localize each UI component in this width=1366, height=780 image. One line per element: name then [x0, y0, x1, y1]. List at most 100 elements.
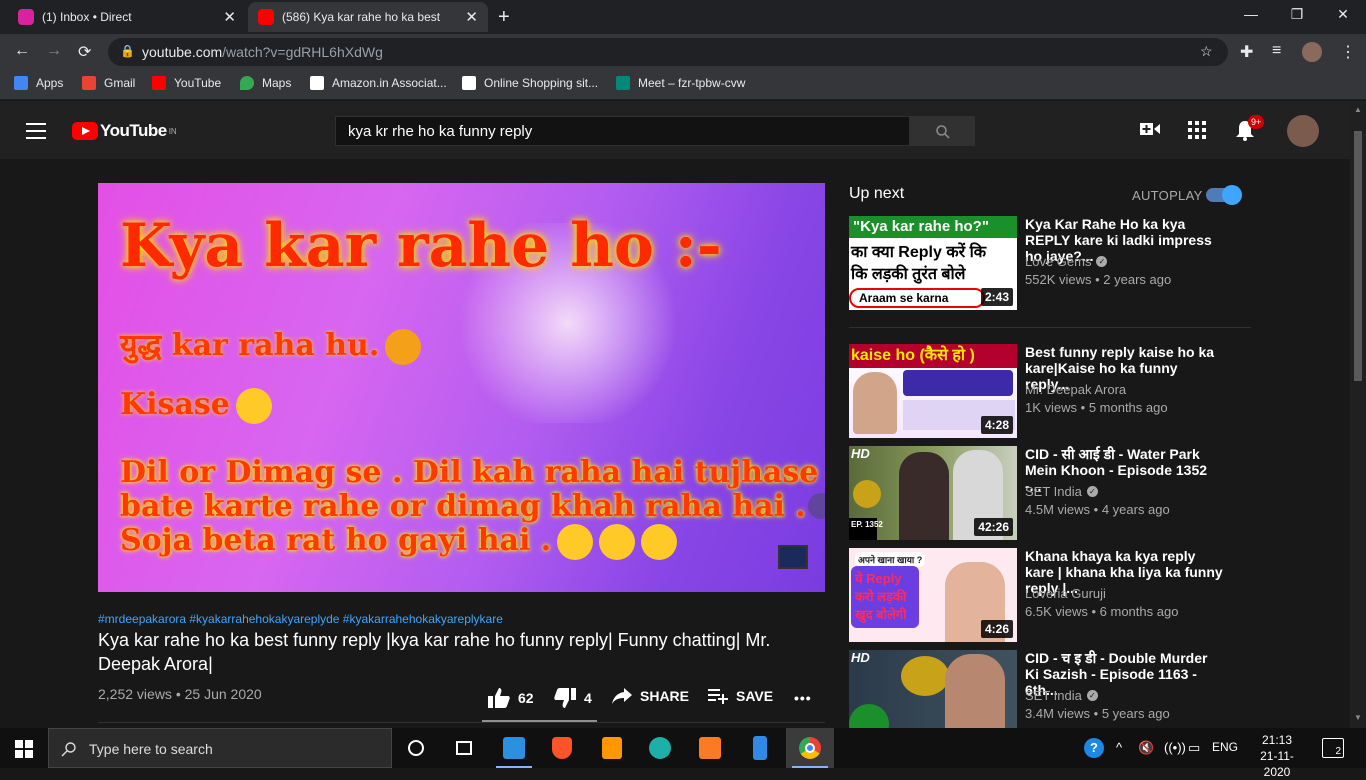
- account-avatar[interactable]: [1287, 115, 1319, 147]
- search-input[interactable]: kya kr rhe ho ka funny reply: [335, 116, 910, 146]
- language-indicator[interactable]: ENG: [1212, 740, 1238, 754]
- recommended-video-card[interactable]: अपने खाना खाया ? ये Reply करो लड़की खुद …: [849, 548, 1251, 642]
- reload-icon[interactable]: ⟳: [78, 42, 91, 62]
- channel-name[interactable]: Loveria Guruji: [1025, 586, 1106, 601]
- video-thumbnail[interactable]: अपने खाना खाया ? ये Reply करो लड़की खुद …: [849, 548, 1017, 642]
- age: 5 years ago: [1101, 706, 1170, 721]
- save-button[interactable]: SAVE: [708, 688, 773, 704]
- tab-youtube-video[interactable]: (586) Kya kar rahe ho ka best ✕: [248, 2, 488, 32]
- close-tab-icon[interactable]: ✕: [223, 8, 236, 26]
- recommended-video-card[interactable]: "Kya kar rahe ho?" का क्या Reply करें कि…: [849, 216, 1251, 310]
- channel-name[interactable]: SET India ✓: [1025, 484, 1098, 499]
- task-view-icon[interactable]: [440, 728, 488, 768]
- bookmark-online-shopping[interactable]: Online Shopping sit...: [462, 76, 598, 90]
- video-overlay-line: Kya kar rahe ho :-: [120, 211, 722, 281]
- like-button[interactable]: 62: [488, 688, 534, 708]
- recommended-video-card[interactable]: kaise ho (कैसे हो ) 4:28 Best funny repl…: [849, 344, 1251, 438]
- youtube-header: YouTube IN kya kr rhe ho ka funny reply …: [0, 101, 1350, 159]
- angry-emoji-icon: [385, 329, 422, 365]
- sublime-text-icon[interactable]: [588, 728, 636, 768]
- video-thumbnail[interactable]: kaise ho (कैसे हो ) 4:28: [849, 344, 1017, 438]
- video-duration: 2:43: [980, 288, 1013, 306]
- cortana-icon[interactable]: [392, 728, 440, 768]
- profile-avatar[interactable]: [1302, 42, 1322, 62]
- bookmark-amazon-associates[interactable]: Amazon.in Associat...: [310, 76, 447, 90]
- media-queue-icon[interactable]: ≡: [1272, 42, 1281, 60]
- episode-badge: EP. 1352: [849, 518, 883, 540]
- bookmark-meet[interactable]: Meet – fzr-tpbw-cvw: [616, 76, 745, 90]
- search-button[interactable]: [910, 116, 975, 146]
- bookmark-youtube[interactable]: YouTube: [152, 76, 221, 90]
- edge-icon[interactable]: [636, 728, 684, 768]
- bookmark-label: Maps: [262, 76, 292, 90]
- video-stats: 2,252 views • 25 Jun 2020: [98, 686, 262, 702]
- scroll-down-arrow-icon[interactable]: ▼: [1354, 713, 1362, 722]
- hamburger-menu-icon[interactable]: [26, 123, 46, 144]
- recommended-video-card[interactable]: HD EP. 1352 42:26 CID - सी आई डी - Water…: [849, 446, 1251, 540]
- create-video-icon[interactable]: [1140, 121, 1160, 142]
- video-player[interactable]: Kya kar rahe ho :- युद्ध kar raha hu. Ki…: [98, 183, 825, 592]
- video-thumbnail[interactable]: HD EP. 1352 42:26: [849, 446, 1017, 540]
- battery-icon[interactable]: ▭: [1188, 740, 1200, 756]
- edit-pencil-icon: [808, 493, 825, 519]
- maximize-button[interactable]: ❐: [1274, 6, 1320, 23]
- close-window-button[interactable]: ✕: [1320, 6, 1366, 23]
- dislike-button[interactable]: 4: [554, 688, 592, 708]
- share-button[interactable]: SHARE: [612, 688, 689, 704]
- tab-instagram-inbox[interactable]: (1) Inbox • Direct ✕: [8, 2, 246, 32]
- vscode-icon[interactable]: [490, 728, 538, 768]
- view-count: 2,252 views: [98, 686, 172, 702]
- new-tab-button[interactable]: +: [498, 6, 510, 29]
- help-icon[interactable]: ?: [1084, 738, 1104, 758]
- scrollbar-thumb[interactable]: [1354, 131, 1362, 381]
- extensions-icon[interactable]: ✚: [1240, 42, 1253, 62]
- youtube-logo[interactable]: YouTube IN: [72, 121, 177, 141]
- close-tab-icon[interactable]: ✕: [465, 8, 478, 26]
- minimize-button[interactable]: —: [1228, 6, 1274, 22]
- forward-arrow-icon[interactable]: →: [46, 42, 62, 60]
- brave-icon[interactable]: [538, 728, 586, 768]
- autoplay-toggle[interactable]: [1206, 185, 1242, 205]
- overlay-text: युद्ध kar raha hu.: [120, 328, 380, 363]
- gmail-icon: [82, 76, 96, 90]
- apps-grid-icon[interactable]: [1188, 121, 1206, 144]
- bookmark-apps[interactable]: Apps: [14, 76, 63, 90]
- hd-badge: HD: [851, 446, 870, 461]
- bookmarks-bar: Apps Gmail YouTube Maps Amazon.in Associ…: [0, 70, 1366, 100]
- thumbnail-text: Araam se karna: [849, 288, 985, 308]
- volume-muted-icon[interactable]: 🔇: [1138, 740, 1154, 756]
- bookmark-maps[interactable]: Maps: [240, 76, 291, 90]
- recommended-video-card[interactable]: HD CID - च इ डी - Double Murder Ki Sazis…: [849, 650, 1251, 728]
- up-next-separator: [849, 327, 1251, 328]
- windows-start-icon[interactable]: [15, 740, 33, 758]
- video-hashtags[interactable]: #mrdeepakarora #kyakarrahehokakyareplyde…: [98, 612, 503, 626]
- bookmark-gmail[interactable]: Gmail: [82, 76, 135, 90]
- channel-name[interactable]: SET India ✓: [1025, 688, 1098, 703]
- more-actions-button[interactable]: •••: [794, 690, 812, 706]
- xampp-icon[interactable]: [686, 728, 734, 768]
- channel-name[interactable]: Love Gems ✓: [1025, 254, 1108, 269]
- star-bookmark-icon[interactable]: ☆: [1200, 43, 1213, 60]
- video-thumbnail[interactable]: HD: [849, 650, 1017, 728]
- taskbar-clock[interactable]: 21:13 21-11-2020: [1252, 732, 1302, 780]
- channel-name[interactable]: Mr. Deepak Arora: [1025, 382, 1126, 397]
- phone-app-icon[interactable]: [736, 728, 784, 768]
- taskbar-search-input[interactable]: Type here to search: [48, 728, 392, 768]
- chevron-up-icon[interactable]: ^: [1116, 740, 1122, 755]
- channel-label: SET India: [1025, 484, 1082, 499]
- chrome-icon[interactable]: [786, 728, 834, 768]
- video-thumbnail[interactable]: "Kya kar rahe ho?" का क्या Reply करें कि…: [849, 216, 1017, 310]
- person-photo: [853, 372, 897, 434]
- video-meta: 1K views • 5 months ago: [1025, 400, 1168, 415]
- video-title: Kya kar rahe ho ka best funny reply |kya…: [98, 630, 771, 674]
- page-scrollbar[interactable]: ▲ ▼: [1350, 101, 1366, 728]
- logo-region: IN: [168, 126, 177, 136]
- wifi-icon[interactable]: ((•)): [1164, 740, 1186, 755]
- scroll-up-arrow-icon[interactable]: ▲: [1354, 105, 1362, 114]
- menu-dots-icon[interactable]: ⋮: [1340, 42, 1356, 62]
- video-overlay-line: Dil or Dimag se . Dil kah raha hai tujha…: [120, 455, 819, 490]
- action-center-icon[interactable]: 2: [1322, 738, 1344, 758]
- address-bar[interactable]: 🔒 youtube.com/watch?v=gdRHL6hXdWg ☆: [108, 38, 1228, 66]
- back-arrow-icon[interactable]: ←: [14, 42, 30, 60]
- age: 6 months ago: [1099, 604, 1179, 619]
